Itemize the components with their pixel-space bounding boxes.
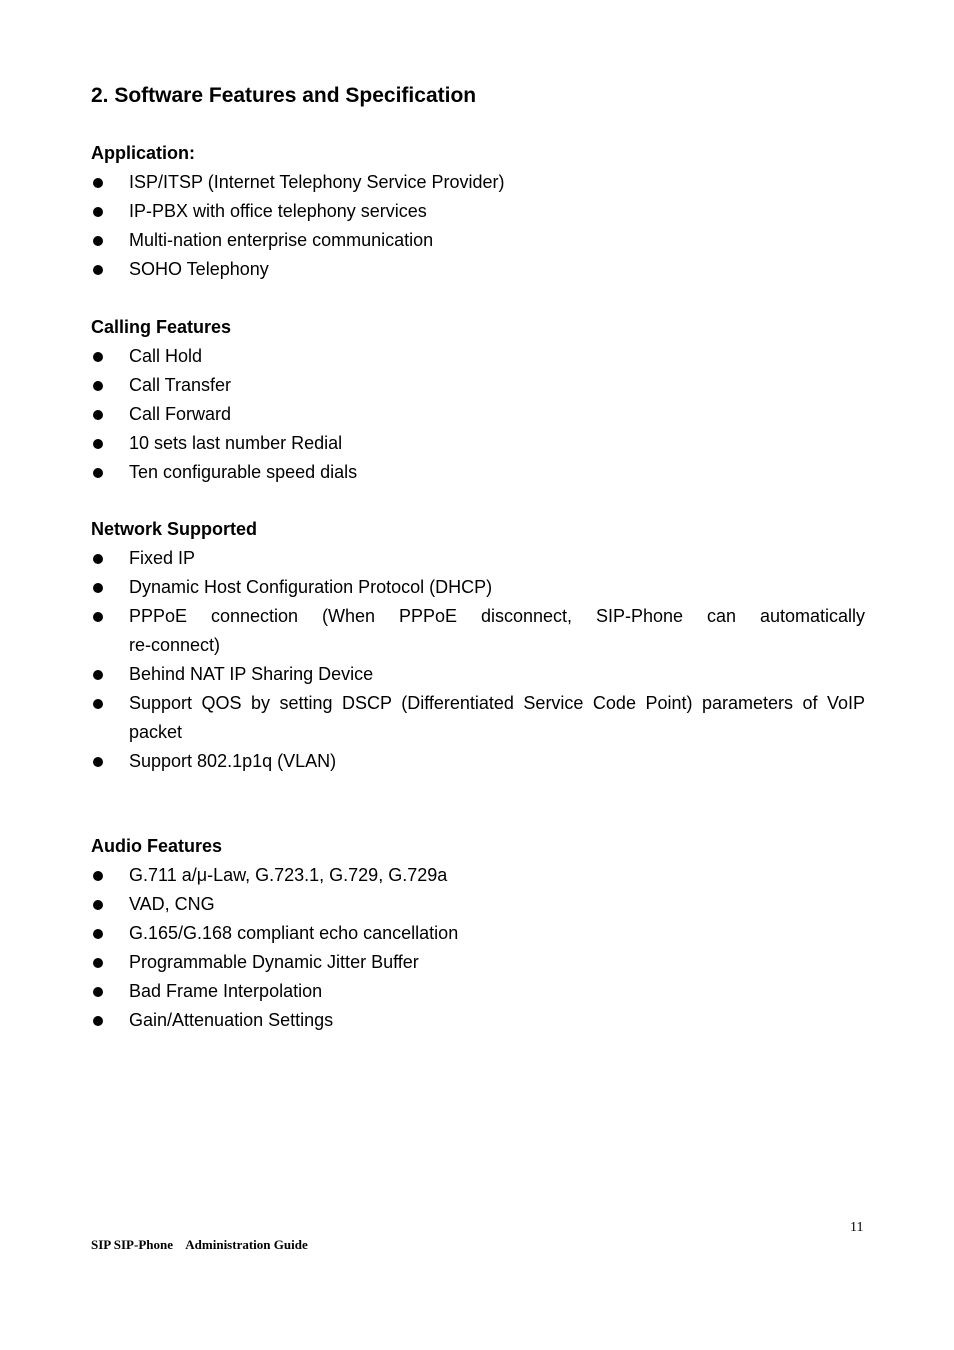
page-title: 2. Software Features and Specification [91,84,477,107]
list-item-text: 10 sets last number Redial [129,433,343,453]
section-audio-features: Audio Features G.711 a/μ-Law, G.723.1, G… [91,832,865,1035]
bullet-icon [93,871,103,881]
bullet-icon [93,265,103,275]
list-item: Programmable Dynamic Jitter Buffer [91,948,865,977]
list-item: Gain/Attenuation Settings [91,1006,865,1035]
list-item: Call Hold [91,342,865,371]
list-item: Dynamic Host Configuration Protocol (DHC… [91,573,865,602]
list-item-text: VAD, CNG [129,894,215,914]
list-item: G.165/G.168 compliant echo cancellation [91,919,865,948]
list-item-text: Call Hold [129,346,203,366]
bullet-icon [93,207,103,217]
list-item: SOHO Telephony [91,255,865,284]
list-item: ISP/ITSP (Internet Telephony Service Pro… [91,168,865,197]
bullet-icon [93,468,103,478]
bullet-icon [93,699,103,709]
bullet-icon [93,381,103,391]
list-item: Ten configurable speed dials [91,458,865,487]
list-item: Call Transfer [91,371,865,400]
bullet-icon [93,583,103,593]
footer-title: SIP SIP-Phone Administration Guide [91,1237,308,1252]
section-heading: Application: [91,143,195,163]
list-item-text: Gain/Attenuation Settings [129,1010,334,1030]
list-item: Multi-nation enterprise communication [91,226,865,255]
section-heading: Audio Features [91,836,223,856]
bullet-icon [93,236,103,246]
bullet-icon [93,178,103,188]
list-item-text: Call Forward [129,404,232,424]
section-network-supported: Network Supported Fixed IP Dynamic Host … [91,515,865,776]
bullet-icon [93,929,103,939]
bullet-icon [93,554,103,564]
list-item-text: G.711 a/μ-Law, G.723.1, G.729, G.729a [129,865,448,885]
list-item-text: Support 802.1p1q (VLAN) [129,751,337,771]
section-application: Application: ISP/ITSP (Internet Telephon… [91,139,865,284]
page-number: 11 [850,1220,864,1235]
bullet-icon [93,900,103,910]
bullet-icon [93,987,103,997]
list-item-text: Bad Frame Interpolation [129,981,323,1001]
list-item-text: Behind NAT IP Sharing Device [129,664,374,684]
bullet-list: G.711 a/μ-Law, G.723.1, G.729, G.729a VA… [91,861,865,1035]
list-item-text: Call Transfer [129,375,232,395]
bullet-icon [93,757,103,767]
list-item-text: IP-PBX with office telephony services [129,201,427,221]
list-item: G.711 a/μ-Law, G.723.1, G.729, G.729a [91,861,865,890]
list-item: Call Forward [91,400,865,429]
bullet-icon [93,958,103,968]
list-item: IP-PBX with office telephony services [91,197,865,226]
bullet-icon [93,352,103,362]
list-item: Bad Frame Interpolation [91,977,865,1006]
list-item-text: Dynamic Host Configuration Protocol (DHC… [129,577,493,597]
list-item: VAD, CNG [91,890,865,919]
list-item-text: Ten configurable speed dials [129,462,358,482]
list-item: Support 802.1p1q (VLAN) [91,747,865,776]
list-item: Fixed IP [91,544,865,573]
list-item-text: Multi-nation enterprise communication [129,230,434,250]
list-item-text: PPPoE connection (When PPPoE disconnect,… [129,606,865,655]
list-item: Behind NAT IP Sharing Device [91,660,865,689]
bullet-icon [93,670,103,680]
bullet-icon [93,1016,103,1026]
list-item: 10 sets last number Redial [91,429,865,458]
section-heading: Network Supported [91,519,258,539]
list-item-text: Programmable Dynamic Jitter Buffer [129,952,419,972]
list-item-text: SOHO Telephony [129,259,269,279]
list-item-text: G.165/G.168 compliant echo cancellation [129,923,459,943]
bullet-list: ISP/ITSP (Internet Telephony Service Pro… [91,168,865,284]
bullet-list: Call Hold Call Transfer Call Forward 10 … [91,342,865,487]
list-item-text: Fixed IP [129,548,196,568]
list-item-text: ISP/ITSP (Internet Telephony Service Pro… [129,172,505,192]
section-calling-features: Calling Features Call Hold Call Transfer… [91,313,865,487]
section-heading: Calling Features [91,317,232,337]
list-item: PPPoE connection (When PPPoE disconnect,… [91,602,865,660]
bullet-icon [93,612,103,622]
list-item-text: Support QOS by setting DSCP (Differentia… [129,693,865,742]
bullet-icon [93,439,103,449]
bullet-icon [93,410,103,420]
bullet-list: Fixed IP Dynamic Host Configuration Prot… [91,544,865,776]
list-item: Support QOS by setting DSCP (Differentia… [91,689,865,747]
